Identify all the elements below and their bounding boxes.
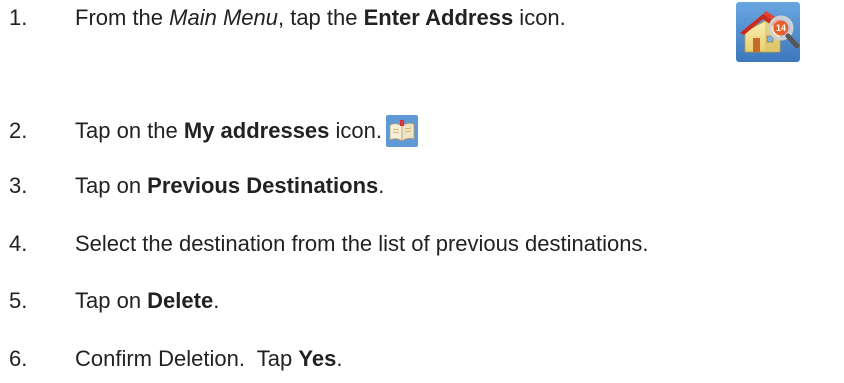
delete-label: Delete [147,288,214,313]
step-text: Select the destination from the list of … [75,231,649,256]
enter-address-house-magnifier-icon: 14 [736,2,800,62]
step-number: 2. [9,118,28,143]
step-text: Tap on Previous Destinations . [75,171,384,201]
step-5: 5. Tap on Delete . [0,286,844,316]
enter-address-label: Enter Address [363,5,514,30]
enter-address-badge: 14 [775,23,786,33]
main-menu-label: Main Menu [169,5,278,30]
step-2: 2. Tap on the My addresses icon. [0,114,844,148]
step-3: 3. Tap on Previous Destinations . [0,171,844,201]
step-number: 6. [9,346,28,371]
my-addresses-label: My addresses [183,118,330,143]
step-number: 5. [9,288,28,313]
step-number: 4. [9,231,28,256]
step-6: 6. Confirm Deletion. Tap Yes . [0,344,844,374]
step-4: 4. Select the destination from the list … [0,229,844,259]
step-1: 1. From the Main Menu , tap the Enter Ad… [0,3,844,33]
step-text: Tap on Delete . [75,286,219,316]
step-number: 1. [9,5,28,30]
my-addresses-book-icon [386,115,418,147]
step-text: From the Main Menu , tap the Enter Addre… [75,3,566,33]
step-text: Tap on the My addresses icon. [75,114,418,148]
step-text: Confirm Deletion. Tap Yes . [75,344,342,374]
step-number: 3. [9,173,28,198]
previous-destinations-label: Previous Destinations [147,173,379,198]
yes-label: Yes [298,346,337,371]
